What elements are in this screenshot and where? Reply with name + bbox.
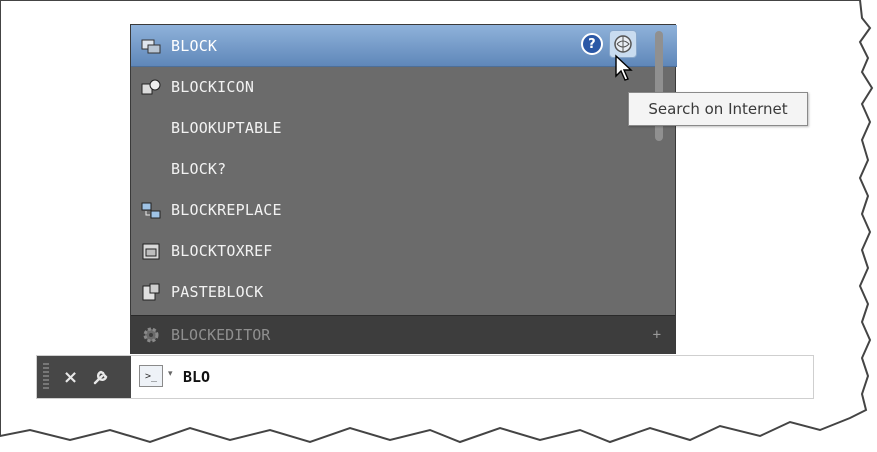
- tooltip: Search on Internet: [628, 92, 808, 126]
- command-input[interactable]: [183, 362, 783, 392]
- footer-label: BLOCKEDITOR: [171, 326, 271, 344]
- block-replace-icon: [139, 200, 163, 220]
- paste-block-icon: [139, 282, 163, 302]
- command-line-toolbar: ×: [37, 356, 131, 398]
- suggestion-item-pasteblock[interactable]: PASTEBLOCK: [131, 271, 677, 312]
- suggestion-item-blocktoxref[interactable]: BLOCKTOXREF: [131, 230, 677, 271]
- autocomplete-panel: BLOCK ? BLOCKICON BLOOKUPTABLE BLOCK? BL…: [130, 24, 677, 354]
- gear-icon: [139, 325, 163, 345]
- suggestion-item-block[interactable]: BLOCK ?: [131, 25, 677, 67]
- suggestion-label: PASTEBLOCK: [171, 282, 264, 301]
- help-icon[interactable]: ?: [581, 33, 603, 55]
- wrench-icon[interactable]: [92, 368, 110, 386]
- command-prompt-icon[interactable]: >_: [139, 365, 163, 387]
- command-line: × >_ ▾: [36, 355, 814, 399]
- block-icon-generator-icon: [139, 77, 163, 97]
- suggestion-label: BLOOKUPTABLE: [171, 118, 282, 137]
- suggestion-item-block-query[interactable]: BLOCK?: [131, 148, 677, 189]
- suggestion-footer-blockeditor[interactable]: BLOCKEDITOR +: [131, 315, 675, 354]
- suggestion-label: BLOCKICON: [171, 77, 255, 96]
- suggestion-label: BLOCK?: [171, 159, 227, 178]
- suggestion-item-blookuptable[interactable]: BLOOKUPTABLE: [131, 107, 677, 148]
- suggestion-item-blockreplace[interactable]: BLOCKREPLACE: [131, 189, 677, 230]
- block-icon: [139, 36, 163, 56]
- suggestion-label: BLOCK: [171, 36, 218, 55]
- block-to-xref-icon: [139, 241, 163, 261]
- close-icon[interactable]: ×: [63, 367, 78, 388]
- mouse-cursor-icon: [615, 54, 633, 81]
- expand-icon[interactable]: +: [653, 327, 661, 343]
- chevron-down-icon[interactable]: ▾: [168, 369, 173, 379]
- suggestion-label: BLOCKTOXREF: [171, 241, 273, 260]
- drag-handle[interactable]: [43, 363, 49, 391]
- suggestion-item-blockicon[interactable]: BLOCKICON: [131, 66, 677, 107]
- suggestion-label: BLOCKREPLACE: [171, 200, 282, 219]
